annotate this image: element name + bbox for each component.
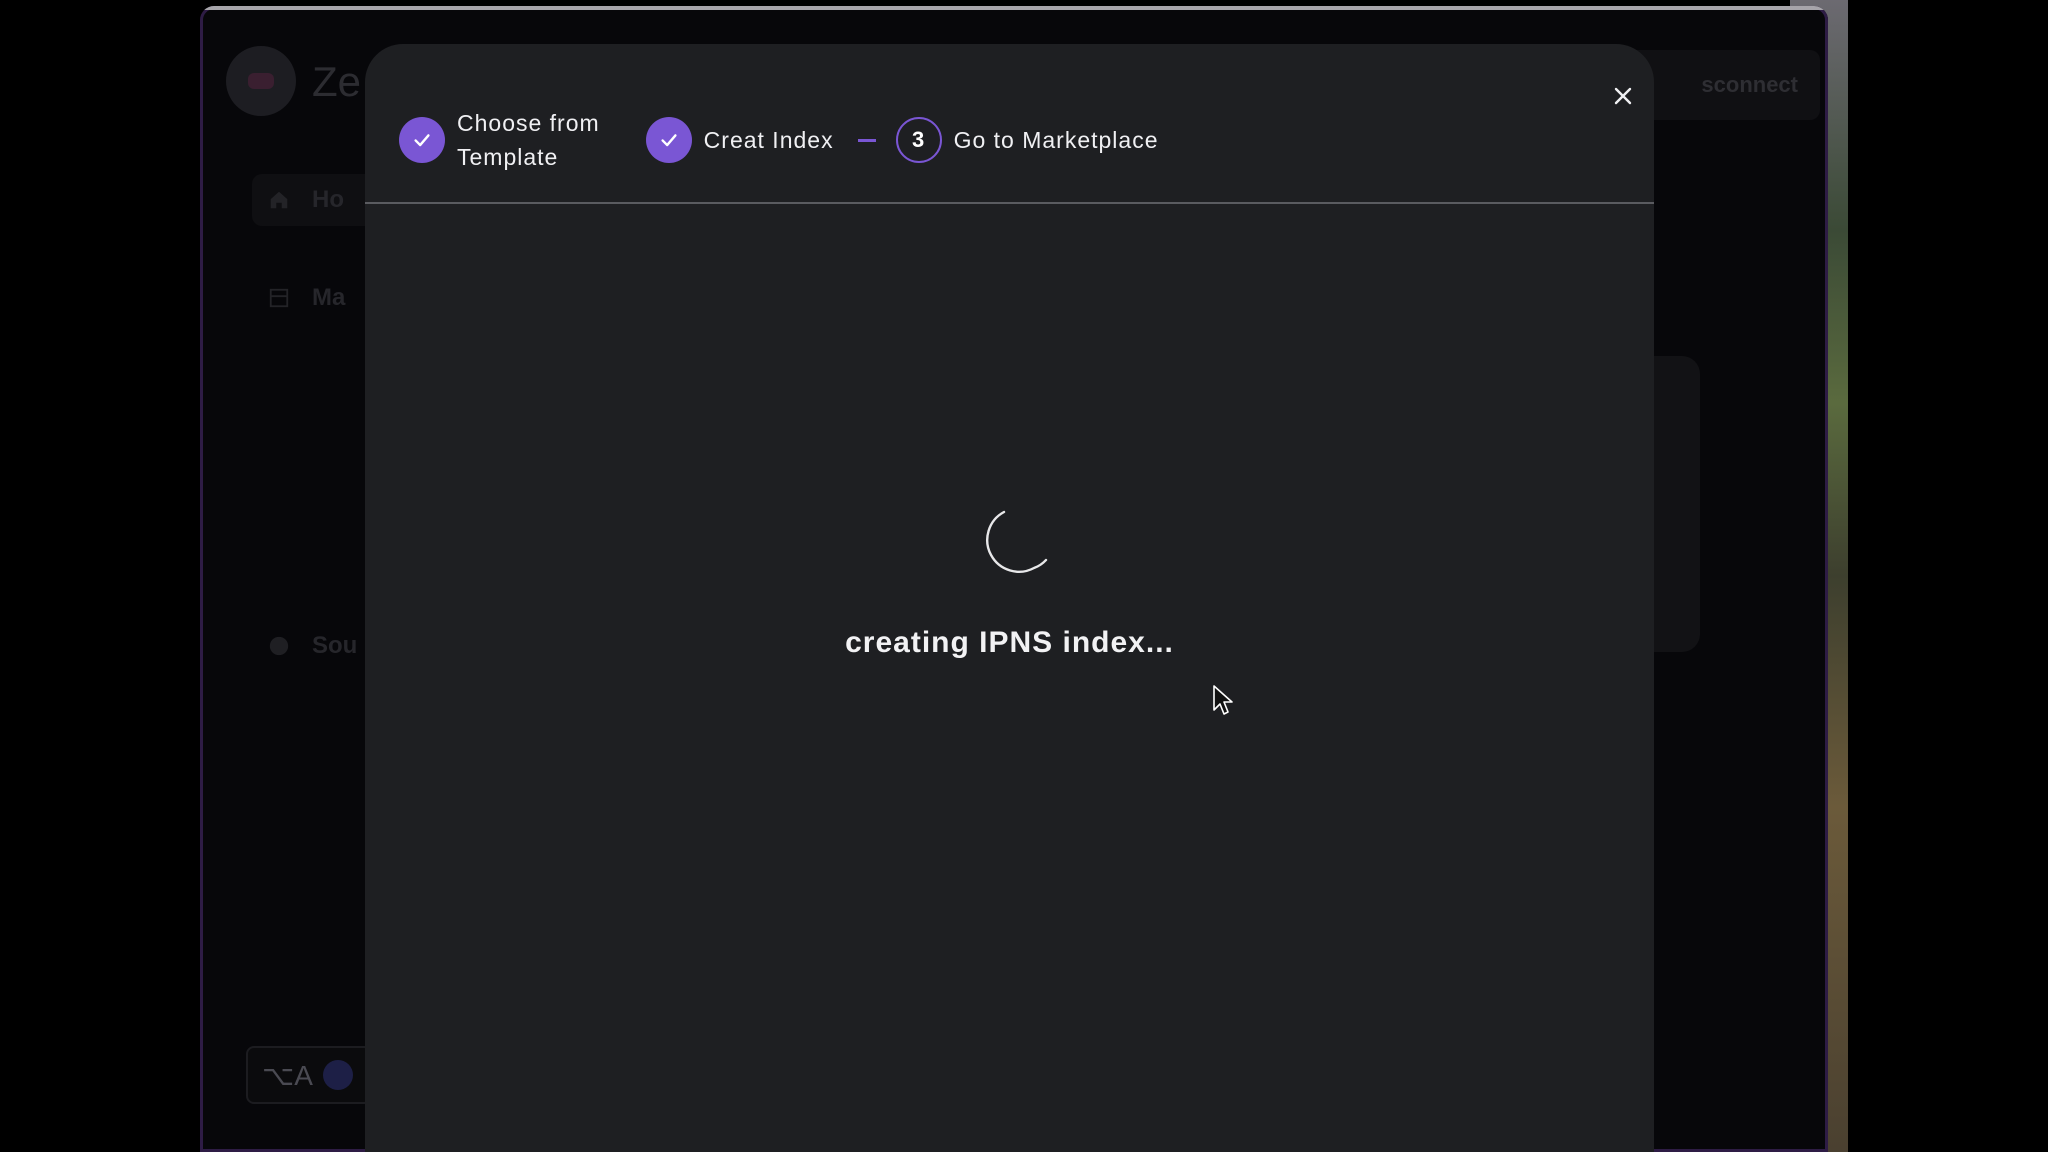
step-label-line1: Choose from	[457, 110, 600, 136]
sidebar-item-source: Sou	[268, 632, 357, 660]
step-label-line2: Template	[457, 144, 559, 170]
step-label: Go to Marketplace	[953, 127, 1159, 153]
mouse-cursor-icon	[1213, 685, 1233, 715]
step-complete-check-icon	[399, 117, 445, 163]
github-icon	[269, 636, 289, 656]
step-create-index: Creat Index	[645, 117, 834, 163]
create-index-modal: Choose from Template Creat Index 3 Go to…	[365, 44, 1654, 1152]
step-connector	[857, 138, 876, 142]
close-button[interactable]	[1595, 68, 1651, 124]
header-divider	[365, 202, 1654, 204]
grid-icon	[269, 288, 289, 308]
sidebar-item-label: Sou	[312, 632, 358, 659]
keyboard-shortcut-hint: ⌥A	[246, 1046, 372, 1104]
step-label: Creat Index	[703, 127, 834, 153]
app-window: Ze Ho Ma Sou sconnect ⌥A Choose from Tem…	[200, 6, 1828, 1152]
loading-spinner-icon	[986, 510, 1048, 573]
step-go-to-marketplace: 3 Go to Marketplace	[895, 117, 1159, 163]
stepper: Choose from Template Creat Index 3 Go to…	[399, 100, 1159, 180]
close-icon	[1614, 87, 1632, 105]
assistant-icon	[322, 1060, 353, 1090]
app-logo	[226, 46, 296, 116]
step-choose-template: Choose from Template	[399, 106, 600, 174]
step-complete-check-icon	[645, 117, 692, 163]
loading-status-text: creating IPNS index...	[845, 626, 1174, 659]
sidebar-item-marketplace: Ma	[268, 284, 345, 312]
step-number: 3	[895, 117, 942, 163]
sidebar-item-label: Ho	[312, 186, 344, 213]
sidebar-item-label: Ma	[312, 284, 346, 311]
home-icon	[270, 191, 288, 209]
app-brand: Ze	[312, 58, 362, 105]
